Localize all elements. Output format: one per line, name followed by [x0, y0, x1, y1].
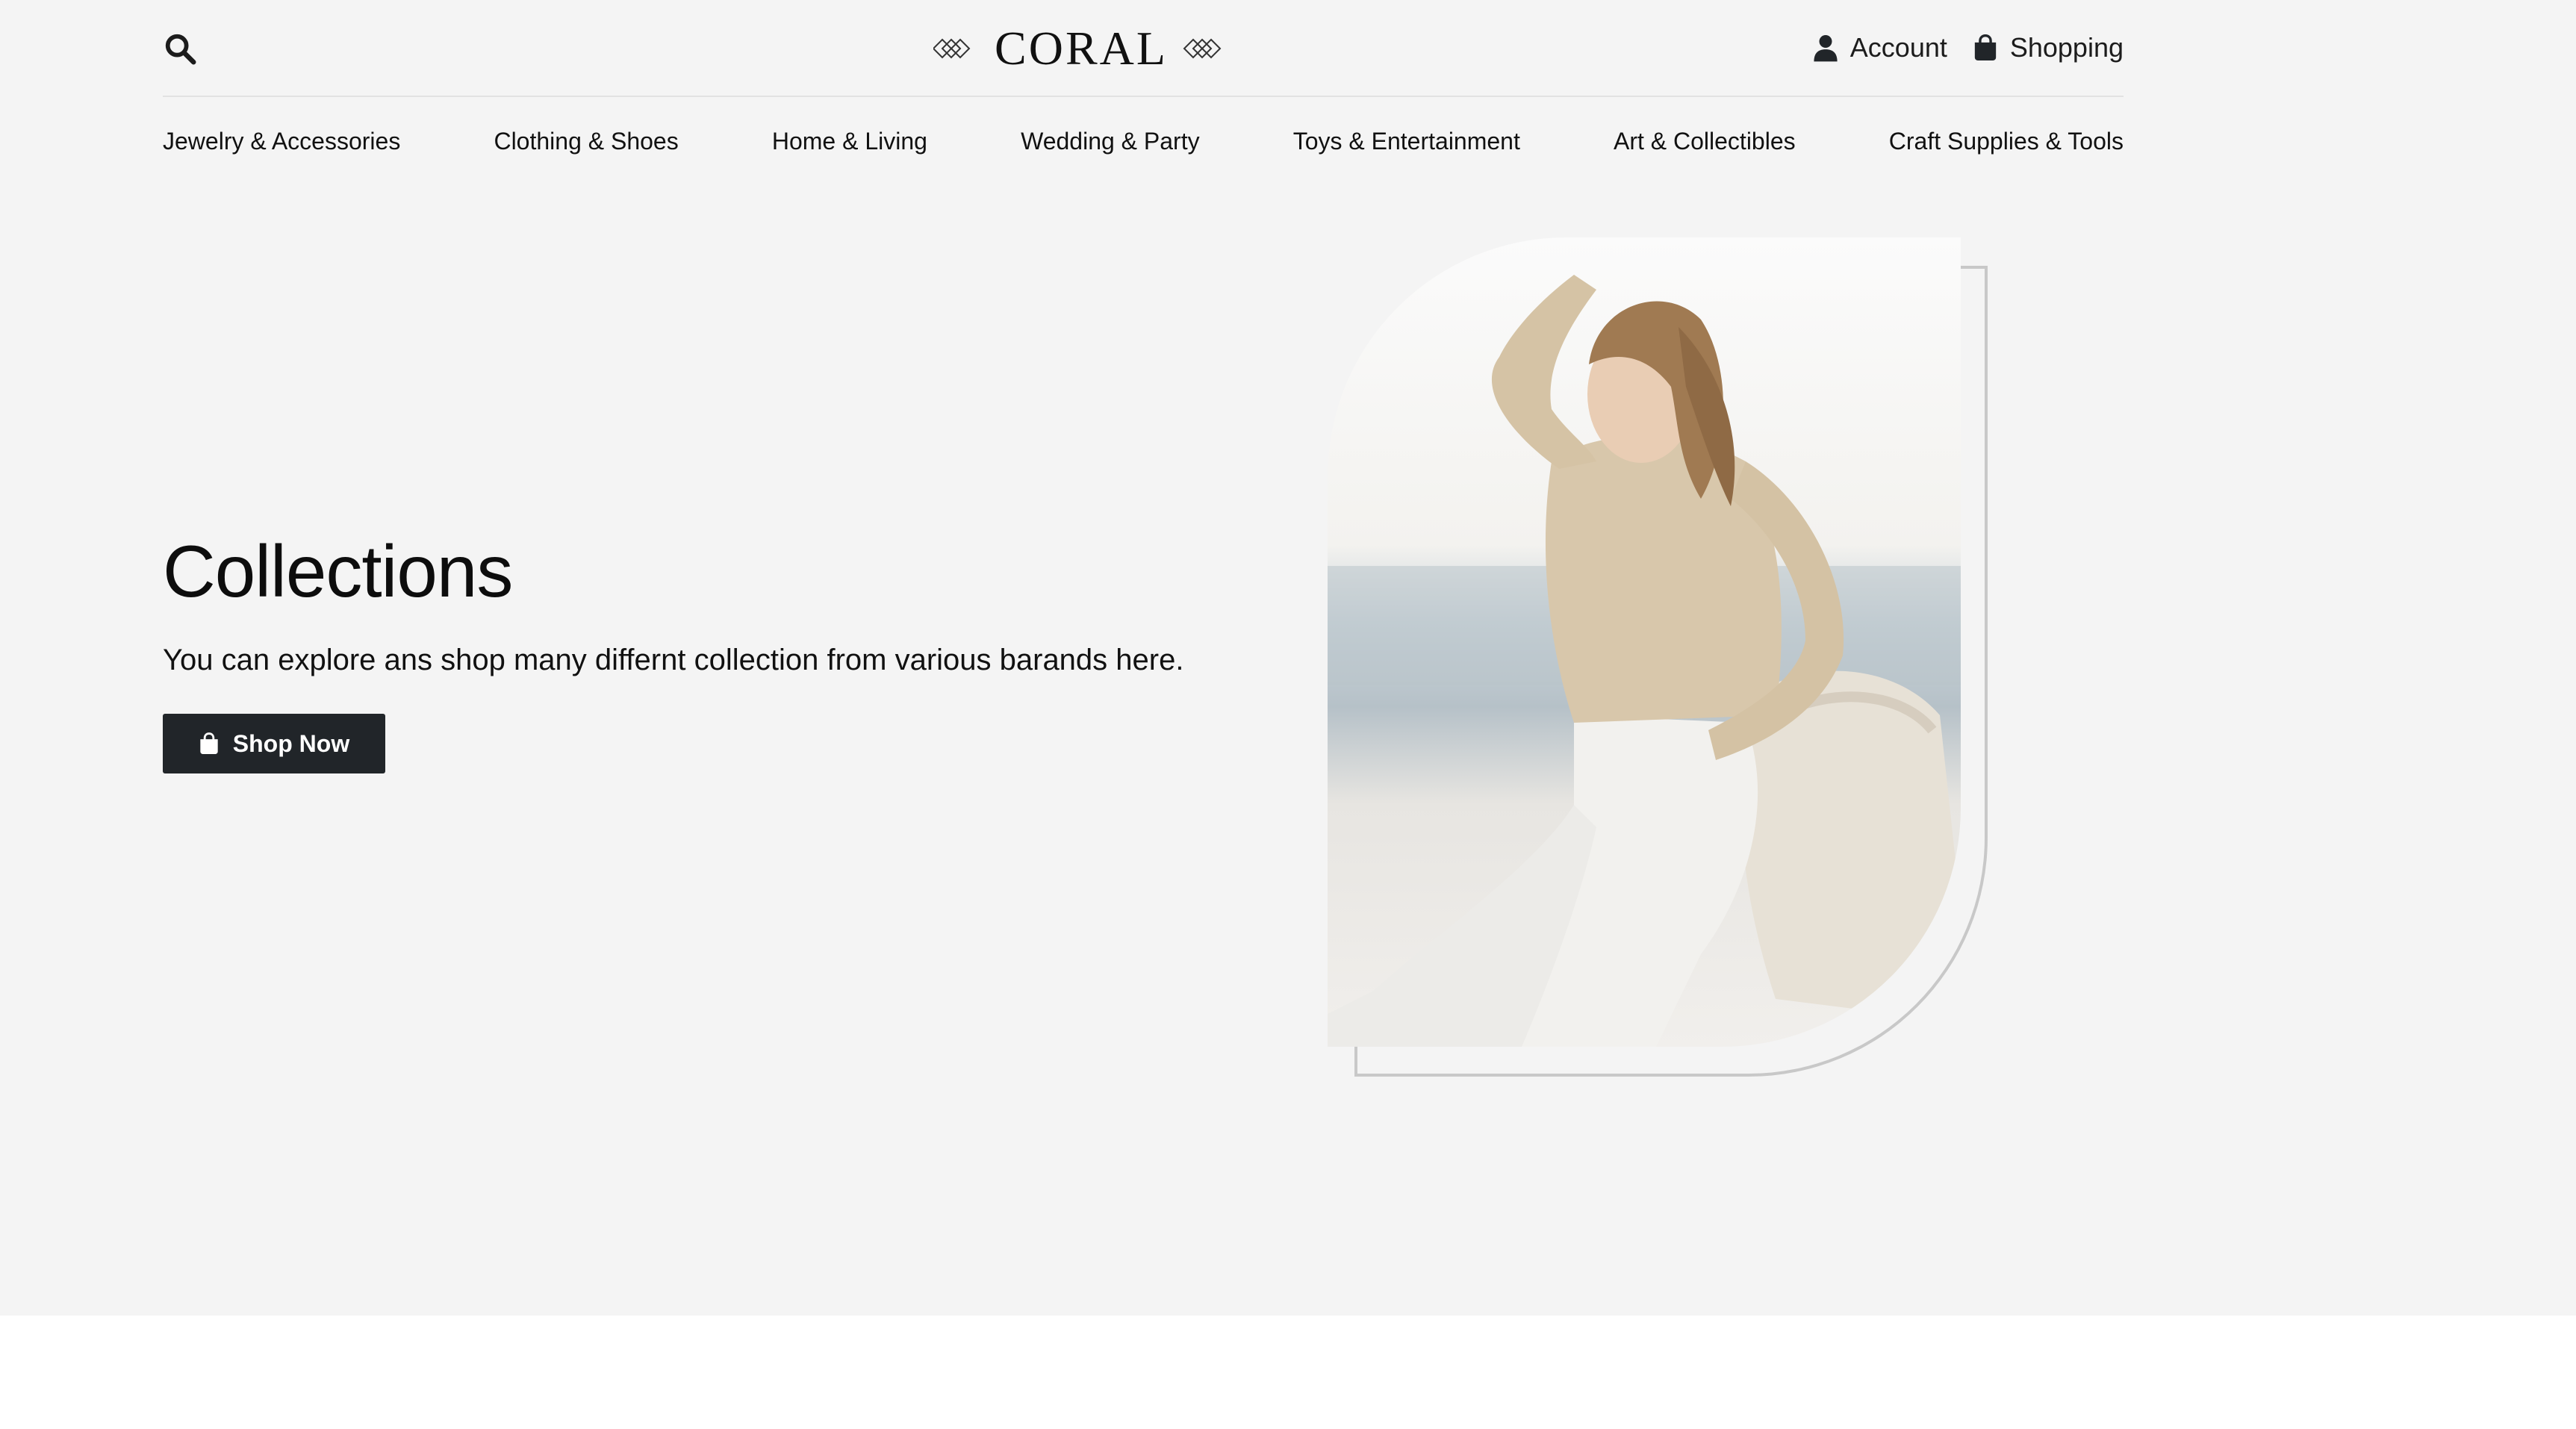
category-nav: Jewelry & Accessories Clothing & Shoes H…	[163, 97, 2124, 185]
shop-now-label: Shop Now	[232, 729, 350, 757]
user-icon	[1814, 35, 1838, 62]
nav-item-craft-supplies-tools[interactable]: Craft Supplies & Tools	[1889, 128, 2124, 155]
hero-subtitle: You can explore ans shop many differnt c…	[163, 644, 1184, 676]
logo-text: CORAL	[995, 22, 1168, 75]
nav-item-home-living[interactable]: Home & Living	[772, 128, 927, 155]
nav-item-wedding-party[interactable]: Wedding & Party	[1021, 128, 1200, 155]
shop-now-button[interactable]: Shop Now	[163, 714, 385, 773]
account-label: Account	[1849, 32, 1947, 63]
shopping-label: Shopping	[2009, 32, 2124, 63]
search-button[interactable]	[163, 31, 197, 66]
nav-item-clothing-shoes[interactable]: Clothing & Shoes	[494, 128, 678, 155]
shopping-bag-icon	[1974, 34, 1997, 60]
nav-item-art-collectibles[interactable]: Art & Collectibles	[1614, 128, 1796, 155]
site-logo[interactable]: CORAL	[865, 16, 1298, 81]
shopping-link[interactable]: Shopping	[1973, 32, 2124, 63]
account-link[interactable]: Account	[1813, 32, 1947, 63]
nav-item-jewelry-accessories[interactable]: Jewelry & Accessories	[163, 128, 400, 155]
shopping-bag-icon	[200, 732, 218, 754]
diamond-ornament-icon	[933, 36, 981, 61]
search-icon	[165, 34, 196, 65]
diamond-ornament-icon	[1181, 36, 1229, 61]
hero-model-photo	[1328, 237, 1961, 1047]
site-header: CORAL Account Shopping	[163, 0, 2124, 97]
header-actions: Account Shopping	[1813, 28, 2124, 67]
hero-title: Collections	[163, 530, 513, 612]
nav-item-toys-entertainment[interactable]: Toys & Entertainment	[1293, 128, 1520, 155]
